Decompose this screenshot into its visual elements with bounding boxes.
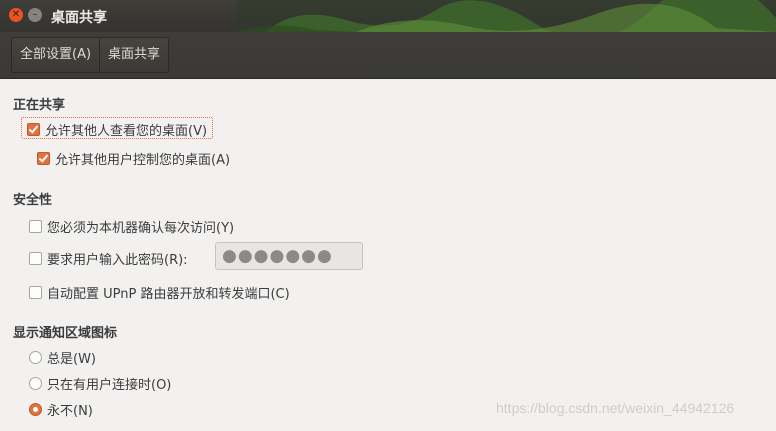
all-settings-button[interactable]: 全部设置(A) xyxy=(12,38,101,72)
upnp-checkbox[interactable]: 自动配置 UPnP 路由器开放和转发端口(C) xyxy=(29,283,290,302)
require-password-label: 要求用户输入此密码(R): xyxy=(47,253,188,268)
radio-circle[interactable] xyxy=(29,403,42,416)
checkbox-box[interactable] xyxy=(29,252,42,265)
watermark-text: https://blog.csdn.net/weixin_44942126 xyxy=(496,400,735,416)
security-section-title: 安全性 xyxy=(13,193,53,208)
checkbox-box[interactable] xyxy=(29,220,42,233)
password-field[interactable]: ●●●●●●● xyxy=(215,242,363,270)
title-bar: ✕ – 桌面共享 xyxy=(0,0,776,32)
checkbox-box[interactable] xyxy=(37,152,50,165)
desktop-sharing-window: ✕ – 桌面共享 全部设置(A) 桌面共享 正在共享 允许其他人查看您的桌面(V… xyxy=(0,0,776,431)
radio-circle[interactable] xyxy=(29,351,42,364)
notification-section-title: 显示通知区域图标 xyxy=(13,326,118,341)
breadcrumb: 全部设置(A) 桌面共享 xyxy=(11,37,170,73)
radio-never[interactable]: 永不(N) xyxy=(29,400,93,419)
confirm-access-checkbox[interactable]: 您必须为本机器确认每次访问(Y) xyxy=(29,217,234,236)
require-password-checkbox[interactable]: 要求用户输入此密码(R): xyxy=(29,249,188,268)
checkbox-box[interactable] xyxy=(29,286,42,299)
radio-always-label: 总是(W) xyxy=(47,352,96,367)
sharing-section-title: 正在共享 xyxy=(13,98,66,113)
allow-control-checkbox[interactable]: 允许其他用户控制您的桌面(A) xyxy=(37,149,230,168)
desktop-sharing-crumb[interactable]: 桌面共享 xyxy=(100,38,168,72)
settings-content: 正在共享 允许其他人查看您的桌面(V) 允许其他用户控制您的桌面(A) 安全性 … xyxy=(0,79,776,431)
radio-only-when-connected-label: 只在有用户连接时(O) xyxy=(47,378,172,393)
radio-circle[interactable] xyxy=(29,377,42,390)
upnp-label: 自动配置 UPnP 路由器开放和转发端口(C) xyxy=(47,287,290,302)
window-title: 桌面共享 xyxy=(51,10,107,26)
close-window-button[interactable]: ✕ xyxy=(9,8,23,22)
radio-only-when-connected[interactable]: 只在有用户连接时(O) xyxy=(29,374,171,393)
radio-always[interactable]: 总是(W) xyxy=(29,348,96,367)
allow-view-checkbox[interactable]: 允许其他人查看您的桌面(V) xyxy=(27,120,207,139)
background-foliage xyxy=(236,0,776,32)
minimize-window-button[interactable]: – xyxy=(28,8,42,22)
radio-never-label: 永不(N) xyxy=(47,404,93,419)
allow-view-label: 允许其他人查看您的桌面(V) xyxy=(45,124,208,139)
checkbox-box[interactable] xyxy=(27,123,40,136)
allow-control-label: 允许其他用户控制您的桌面(A) xyxy=(55,153,231,168)
confirm-access-label: 您必须为本机器确认每次访问(Y) xyxy=(47,221,235,236)
toolbar: 全部设置(A) 桌面共享 xyxy=(0,32,776,79)
